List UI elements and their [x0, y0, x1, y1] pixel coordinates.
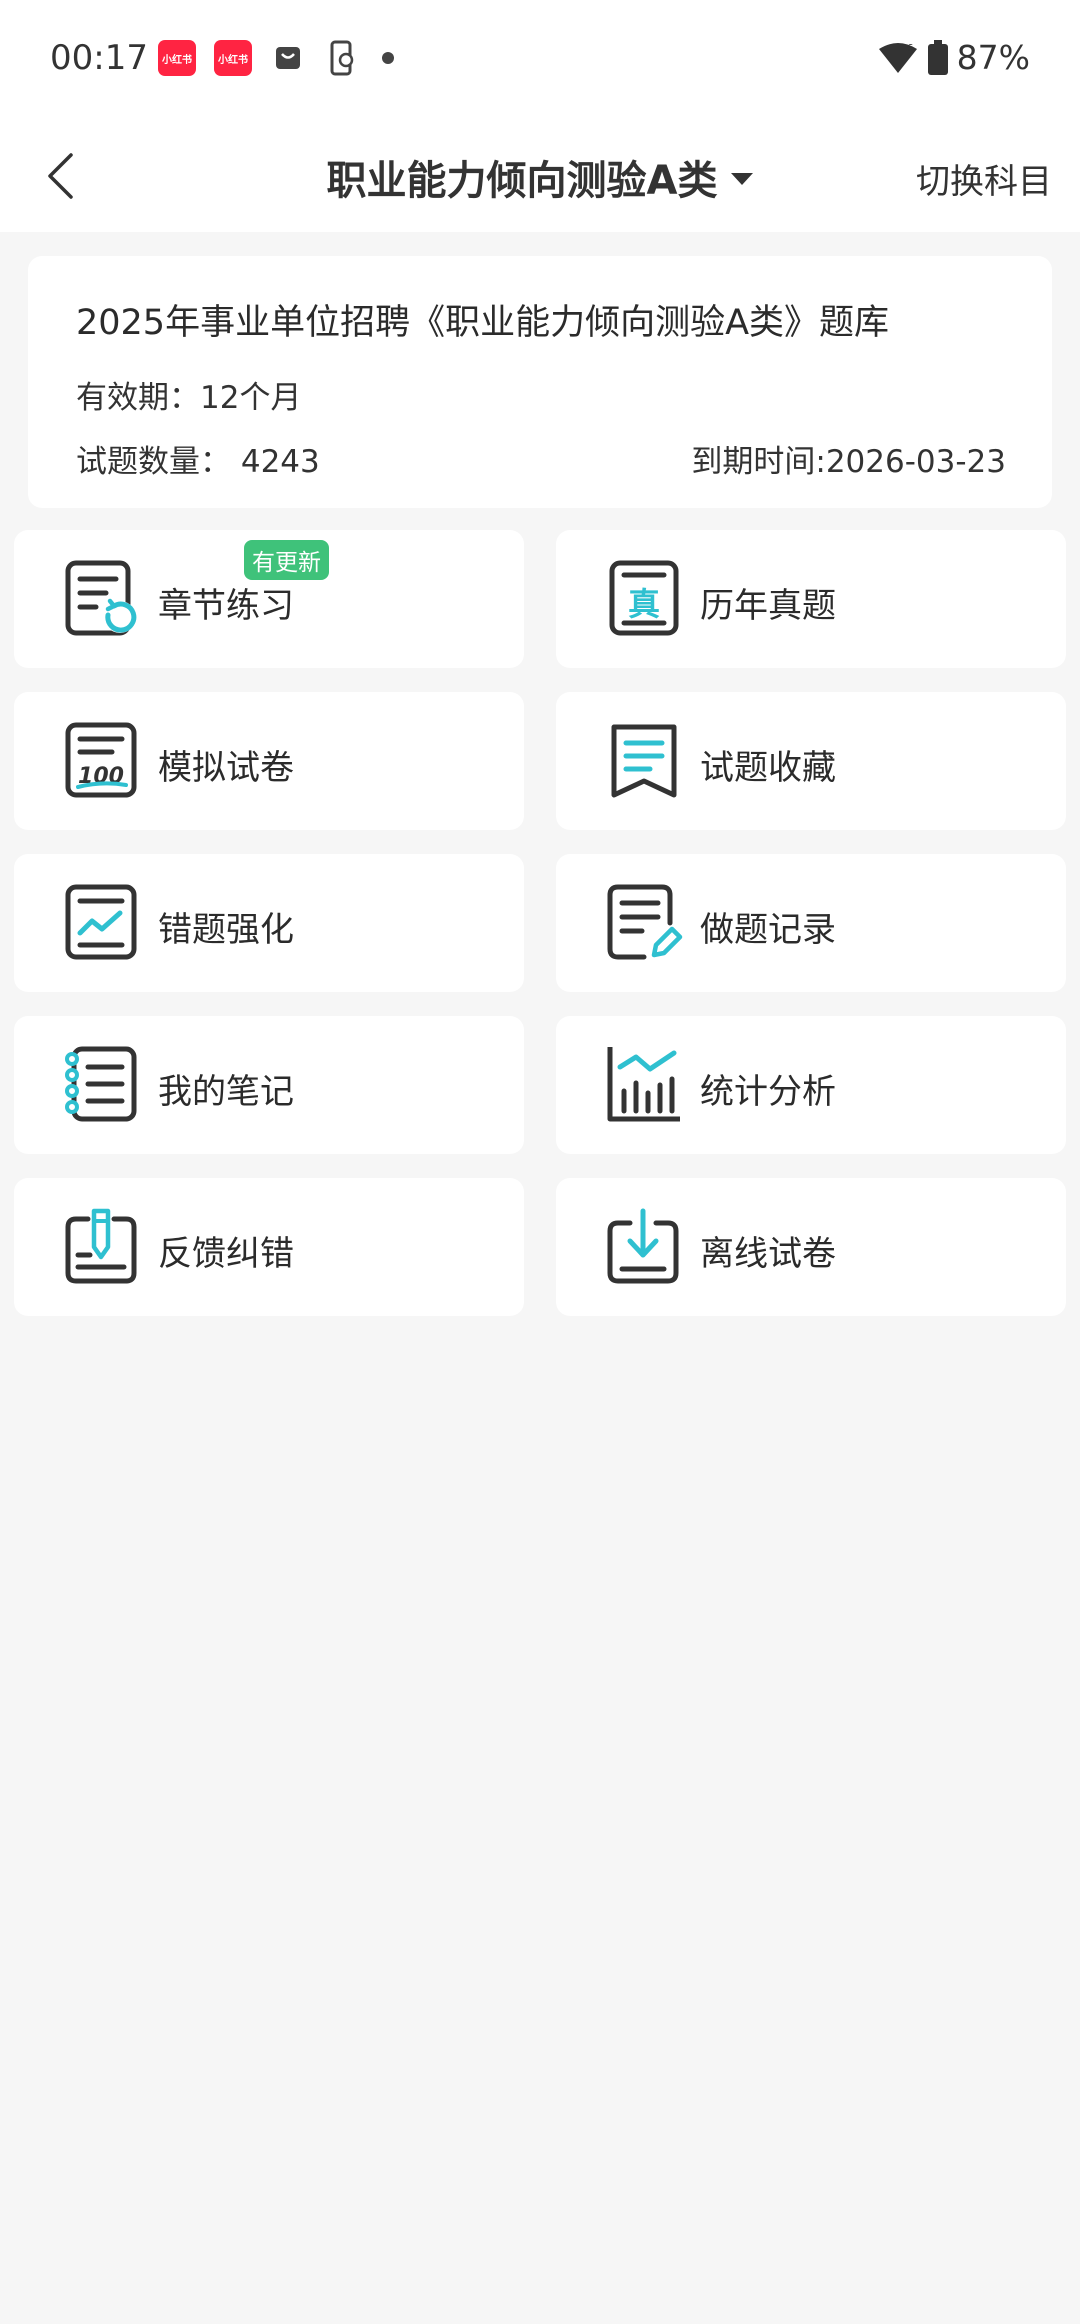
status-time: 00:17 — [50, 38, 148, 78]
past-exam-icon: 真 — [609, 560, 679, 636]
battery-level: 87% — [956, 38, 1030, 77]
tile-feedback[interactable]: 反馈纠错 — [14, 1178, 524, 1316]
question-bank-info-card: 2025年事业单位招聘《职业能力倾向测验A类》题库 有效期：12个月 试题数量：… — [28, 256, 1052, 508]
phone-sync-icon — [324, 40, 360, 76]
update-badge: 有更新 — [244, 540, 329, 580]
caret-down-icon — [731, 173, 754, 185]
chapter-practice-icon — [65, 560, 137, 636]
validity-period: 有效期：12个月 — [76, 380, 302, 416]
question-bank-title: 2025年事业单位招聘《职业能力倾向测验A类》题库 — [76, 303, 890, 343]
download-icon — [607, 1208, 679, 1284]
bookmark-icon — [611, 724, 677, 798]
tile-label: 反馈纠错 — [158, 1234, 294, 1274]
question-count: 试题数量： 4243 — [76, 444, 320, 480]
statistics-icon — [607, 1047, 680, 1122]
notes-icon — [65, 1046, 137, 1122]
tile-label: 试题收藏 — [700, 748, 836, 788]
record-icon — [607, 884, 683, 960]
tile-wrong-questions[interactable]: 错题强化 — [14, 854, 524, 992]
tile-label: 历年真题 — [700, 586, 836, 626]
tile-chapter-practice[interactable]: 章节练习 有更新 — [14, 530, 524, 668]
wrong-question-icon — [65, 884, 137, 960]
tile-label: 模拟试卷 — [158, 748, 294, 788]
wifi-icon: 6 — [878, 42, 917, 73]
tile-label: 做题记录 — [700, 910, 836, 950]
tile-label: 错题强化 — [158, 910, 294, 950]
tile-my-notes[interactable]: 我的笔记 — [14, 1016, 524, 1154]
tile-offline-exams[interactable]: 离线试卷 — [556, 1178, 1066, 1316]
xiaohongshu-icon: 小红书 — [158, 40, 196, 76]
app-header: 职业能力倾向测验A类 切换科目 — [0, 120, 1080, 232]
page-title: 职业能力倾向测验A类 — [326, 158, 718, 204]
mock-exam-icon: 100 — [65, 722, 137, 798]
status-right: 6 87% — [877, 38, 1030, 77]
notification-icons: 小红书 小红书 — [158, 40, 394, 76]
tile-label: 离线试卷 — [700, 1234, 836, 1274]
battery-icon — [927, 39, 948, 75]
shopping-bag-icon — [270, 40, 306, 76]
tile-past-exams[interactable]: 真 历年真题 — [556, 530, 1066, 668]
tile-mock-exam[interactable]: 100 模拟试卷 — [14, 692, 524, 830]
status-bar: 00:17 小红书 小红书 6 87% — [0, 0, 1080, 120]
svg-text:真: 真 — [628, 585, 660, 623]
tile-favorites[interactable]: 试题收藏 — [556, 692, 1066, 830]
tile-label: 我的笔记 — [158, 1072, 294, 1112]
xiaohongshu-icon: 小红书 — [214, 40, 252, 76]
tile-label: 统计分析 — [700, 1072, 836, 1112]
tile-statistics[interactable]: 统计分析 — [556, 1016, 1066, 1154]
tile-label: 章节练习 — [158, 586, 294, 626]
more-notifications-dot — [382, 52, 394, 64]
tile-answer-records[interactable]: 做题记录 — [556, 854, 1066, 992]
switch-subject-button[interactable]: 切换科目 — [916, 154, 1052, 203]
svg-text:6: 6 — [907, 43, 913, 54]
expire-date: 到期时间:2026-03-23 — [691, 444, 1006, 480]
feedback-icon — [65, 1208, 137, 1284]
